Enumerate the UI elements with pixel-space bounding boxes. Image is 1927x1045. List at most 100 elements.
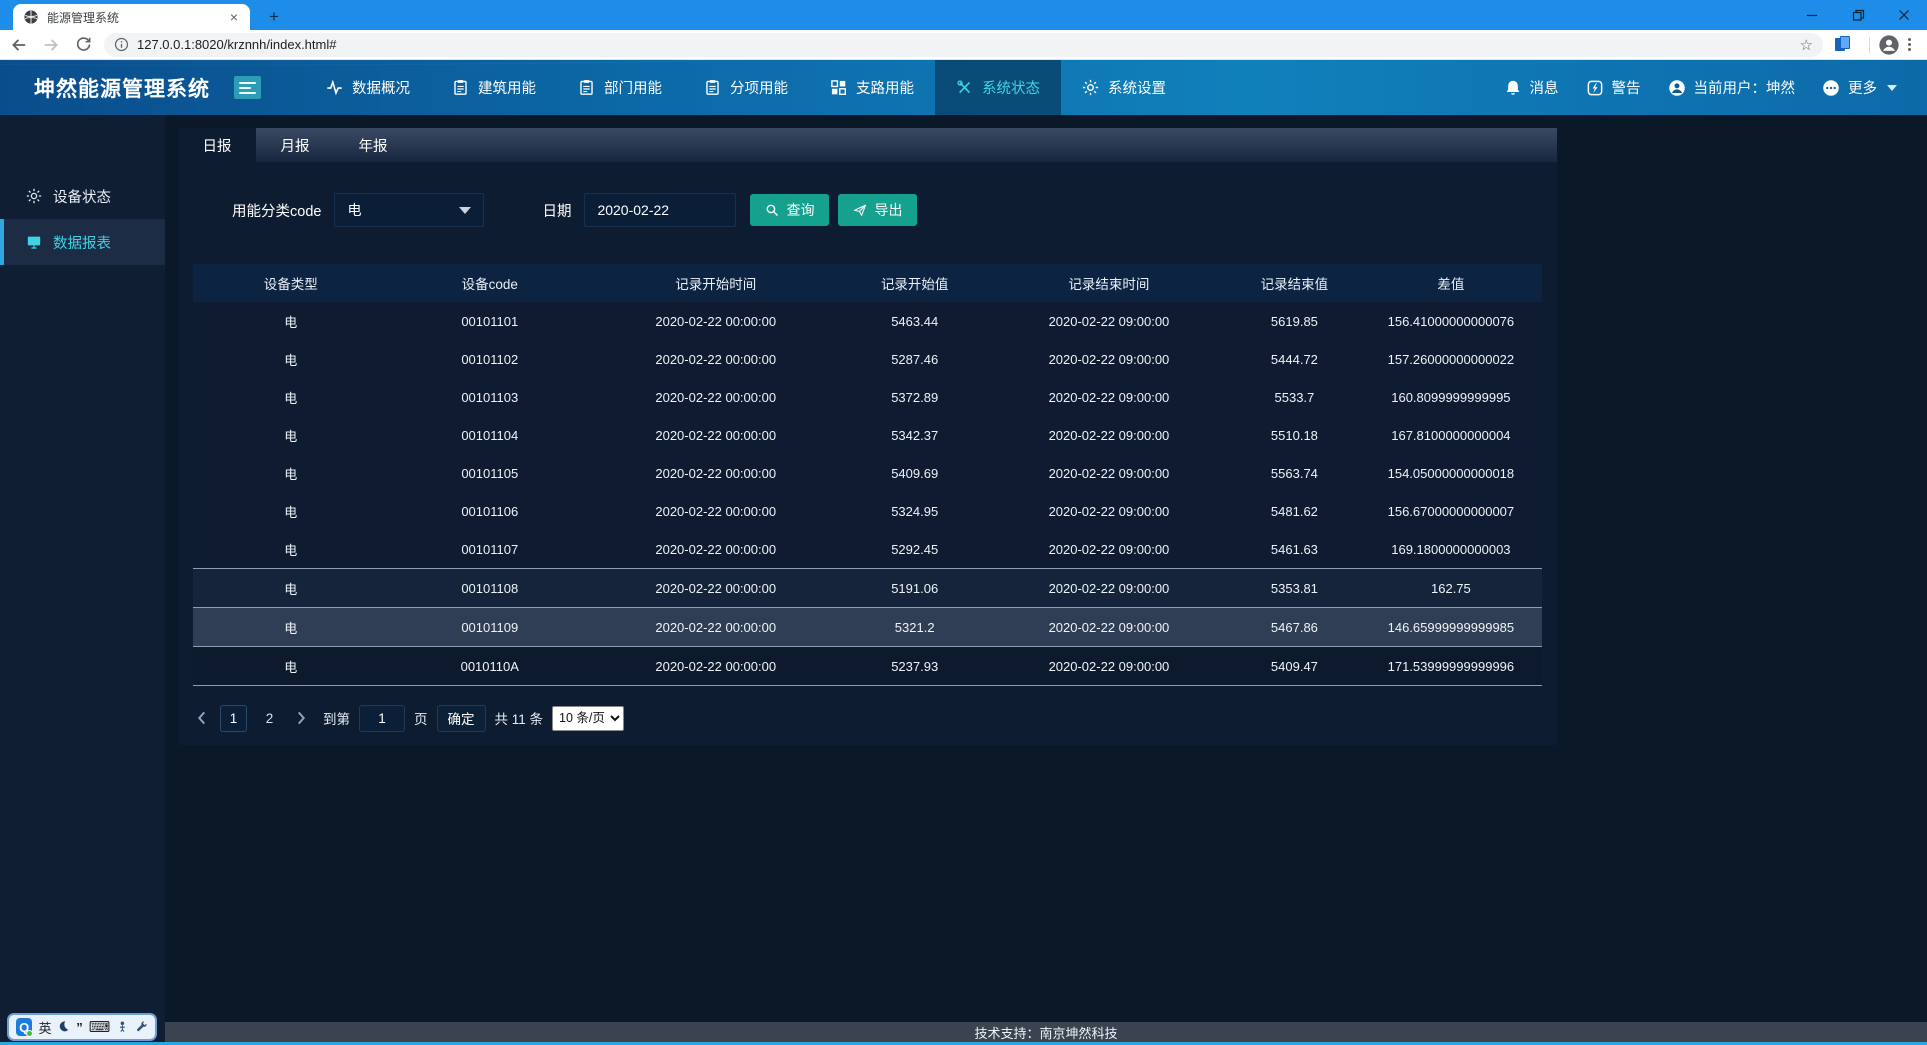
page-number-1[interactable]: 1 bbox=[220, 705, 247, 732]
new-tab-button[interactable]: + bbox=[262, 7, 286, 27]
more-label: 更多 bbox=[1848, 77, 1877, 98]
page-number-2[interactable]: 2 bbox=[256, 705, 283, 732]
next-page-icon[interactable] bbox=[292, 709, 310, 727]
table-cell: 2020-02-22 00:00:00 bbox=[591, 608, 841, 646]
restore-button[interactable] bbox=[1835, 0, 1881, 30]
confirm-page-button[interactable]: 确定 bbox=[437, 705, 486, 732]
nav-item-系统状态[interactable]: 系统状态 bbox=[935, 60, 1061, 115]
table-row[interactable]: 电001011052020-02-22 00:00:005409.692020-… bbox=[193, 454, 1542, 492]
close-button[interactable] bbox=[1881, 0, 1927, 30]
browser-tab[interactable]: 能源管理系统 × bbox=[13, 4, 250, 30]
moon-icon[interactable] bbox=[57, 1020, 70, 1034]
table-row[interactable]: 电001011092020-02-22 00:00:005321.22020-0… bbox=[193, 607, 1542, 646]
user-icon bbox=[1668, 79, 1686, 97]
table-row[interactable]: 电0010110A2020-02-22 00:00:005237.932020-… bbox=[193, 646, 1542, 686]
refresh-button[interactable] bbox=[70, 32, 96, 58]
menu-toggle-icon[interactable] bbox=[234, 76, 261, 99]
table-row[interactable]: 电001011072020-02-22 00:00:005292.452020-… bbox=[193, 530, 1542, 568]
table-row[interactable]: 电001011032020-02-22 00:00:005372.892020-… bbox=[193, 378, 1542, 416]
table-row[interactable]: 电001011062020-02-22 00:00:005324.952020-… bbox=[193, 492, 1542, 530]
site-info-icon[interactable] bbox=[114, 37, 129, 52]
table-cell: 154.05000000000018 bbox=[1360, 454, 1542, 492]
punctuation-toggle[interactable]: ” bbox=[76, 1020, 83, 1035]
bookmark-star-icon[interactable]: ☆ bbox=[1800, 36, 1813, 54]
messages-button[interactable]: 消息 bbox=[1504, 77, 1559, 98]
column-header: 记录结束时间 bbox=[989, 264, 1229, 302]
prev-page-icon[interactable] bbox=[193, 709, 211, 727]
tab-title: 能源管理系统 bbox=[47, 9, 226, 26]
sidebar-item-数据报表[interactable]: 数据报表 bbox=[0, 219, 165, 265]
ime-language-toggle[interactable]: 英 bbox=[38, 1018, 51, 1037]
search-icon bbox=[765, 203, 779, 217]
query-button[interactable]: 查询 bbox=[750, 194, 829, 226]
table-row[interactable]: 电001011012020-02-22 00:00:005463.442020-… bbox=[193, 302, 1542, 340]
table-cell: 5353.81 bbox=[1229, 569, 1360, 607]
tab-年报[interactable]: 年报 bbox=[334, 128, 412, 162]
tab-日报[interactable]: 日报 bbox=[178, 128, 256, 162]
table-cell: 2020-02-22 00:00:00 bbox=[591, 378, 841, 416]
minimize-button[interactable] bbox=[1789, 0, 1835, 30]
messages-label: 消息 bbox=[1530, 77, 1559, 98]
ime-toolbar[interactable]: Q 英 ” ⌨ bbox=[7, 1013, 157, 1041]
content-area: 日报月报年报 用能分类code 电 日期 查询 导出 设备类型设备code记录开… bbox=[165, 115, 1927, 1022]
current-user[interactable]: 当前用户：坤然 bbox=[1668, 77, 1796, 98]
toolbar-divider bbox=[1869, 37, 1870, 53]
date-label: 日期 bbox=[542, 200, 571, 221]
nav-item-系统设置[interactable]: 系统设置 bbox=[1061, 60, 1187, 115]
table-row[interactable]: 电001011082020-02-22 00:00:005191.062020-… bbox=[193, 568, 1542, 607]
nav-item-分项用能[interactable]: 分项用能 bbox=[683, 60, 809, 115]
more-menu-button[interactable]: 更多 bbox=[1822, 77, 1897, 98]
table-cell: 2020-02-22 00:00:00 bbox=[591, 340, 841, 378]
nav-item-支路用能[interactable]: 支路用能 bbox=[809, 60, 935, 115]
wrench-icon[interactable] bbox=[135, 1020, 148, 1034]
export-label: 导出 bbox=[874, 200, 902, 220]
nav-item-部门用能[interactable]: 部门用能 bbox=[557, 60, 683, 115]
forward-button[interactable] bbox=[38, 32, 64, 58]
tab-close-icon[interactable]: × bbox=[226, 9, 242, 25]
chevron-down-icon bbox=[1887, 85, 1897, 91]
keyboard-icon[interactable]: ⌨ bbox=[89, 1018, 111, 1036]
profile-avatar[interactable] bbox=[1878, 34, 1900, 56]
table-cell: 电 bbox=[193, 416, 389, 454]
nav-item-数据概况[interactable]: 数据概况 bbox=[305, 60, 431, 115]
ime-logo-icon[interactable]: Q bbox=[16, 1018, 32, 1036]
table-cell: 5287.46 bbox=[841, 340, 989, 378]
table-cell: 5533.7 bbox=[1229, 378, 1360, 416]
goto-page-input[interactable] bbox=[359, 705, 405, 732]
export-button[interactable]: 导出 bbox=[838, 194, 917, 226]
sidebar-item-设备状态[interactable]: 设备状态 bbox=[0, 173, 165, 219]
table-cell: 169.1800000000003 bbox=[1360, 530, 1542, 568]
date-input[interactable] bbox=[584, 193, 736, 227]
table-cell: 2020-02-22 00:00:00 bbox=[591, 647, 841, 685]
back-button[interactable] bbox=[6, 32, 32, 58]
table-cell: 2020-02-22 09:00:00 bbox=[989, 492, 1229, 530]
browser-menu-icon[interactable] bbox=[1908, 38, 1911, 51]
page-size-select[interactable]: 10 条/页 bbox=[552, 706, 624, 731]
table-cell: 5191.06 bbox=[841, 569, 989, 607]
window-controls bbox=[1789, 0, 1927, 30]
table-cell: 2020-02-22 00:00:00 bbox=[591, 416, 841, 454]
table-cell: 00101106 bbox=[389, 492, 591, 530]
table-cell: 2020-02-22 09:00:00 bbox=[989, 647, 1229, 685]
filter-bar: 用能分类code 电 日期 查询 导出 bbox=[232, 192, 1557, 228]
nav-item-建筑用能[interactable]: 建筑用能 bbox=[431, 60, 557, 115]
person-icon[interactable] bbox=[116, 1020, 129, 1034]
url-text[interactable]: 127.0.0.1:8020/krznnh/index.html# bbox=[137, 37, 1800, 52]
gear-icon bbox=[1082, 79, 1099, 96]
table-cell: 2020-02-22 09:00:00 bbox=[989, 530, 1229, 568]
column-header: 记录开始值 bbox=[841, 264, 989, 302]
category-select[interactable]: 电 bbox=[334, 193, 484, 227]
table-cell: 电 bbox=[193, 530, 389, 568]
alerts-button[interactable]: 警告 bbox=[1586, 77, 1641, 98]
tab-月报[interactable]: 月报 bbox=[256, 128, 334, 162]
table-row[interactable]: 电001011022020-02-22 00:00:005287.462020-… bbox=[193, 340, 1542, 378]
extension-icon[interactable] bbox=[1833, 35, 1853, 55]
table-cell: 2020-02-22 09:00:00 bbox=[989, 454, 1229, 492]
nav-item-label: 建筑用能 bbox=[478, 77, 536, 98]
table-row[interactable]: 电001011042020-02-22 00:00:005342.372020-… bbox=[193, 416, 1542, 454]
column-header: 差值 bbox=[1360, 264, 1542, 302]
address-bar[interactable]: 127.0.0.1:8020/krznnh/index.html# ☆ bbox=[104, 33, 1823, 57]
sidebar: 设备状态数据报表 bbox=[0, 115, 165, 1042]
table-cell: 电 bbox=[193, 569, 389, 607]
table-cell: 5324.95 bbox=[841, 492, 989, 530]
